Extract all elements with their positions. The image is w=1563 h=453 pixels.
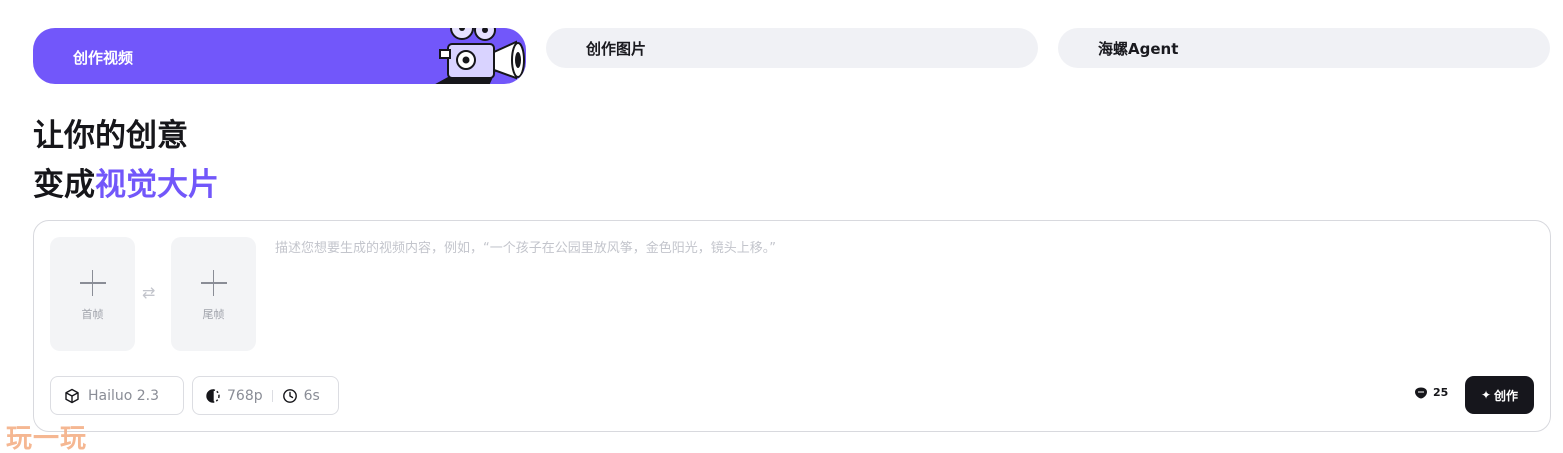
first-frame-upload[interactable]: 首帧 bbox=[50, 237, 135, 351]
headline-line-2: 变成视觉大片 bbox=[33, 161, 219, 210]
headline-prefix: 变成 bbox=[33, 167, 95, 203]
create-button[interactable]: ✦ 创作 bbox=[1465, 376, 1534, 414]
last-frame-upload[interactable]: 尾帧 bbox=[171, 237, 256, 351]
tab-create-image[interactable]: 创作图片 bbox=[546, 28, 1038, 68]
last-frame-label: 尾帧 bbox=[202, 308, 225, 321]
hero-headline: 让你的创意 变成视觉大片 bbox=[33, 112, 219, 210]
video-settings-selector[interactable]: 768p 6s bbox=[192, 376, 339, 415]
camera-illustration-icon bbox=[435, 28, 525, 84]
sparkle-icon: ✦ bbox=[1480, 388, 1492, 402]
model-label: Hailuo 2.3 bbox=[88, 387, 160, 404]
credits-value: 25 bbox=[1433, 386, 1449, 399]
resolution-icon bbox=[206, 388, 220, 403]
create-button-label: 创作 bbox=[1494, 388, 1519, 403]
tab-create-video-label: 创作视频 bbox=[73, 49, 134, 67]
plus-icon bbox=[79, 270, 106, 296]
tab-create-video[interactable]: 创作视频 bbox=[33, 28, 526, 84]
headline-line-1: 让你的创意 bbox=[33, 118, 188, 154]
model-selector[interactable]: Hailuo 2.3 bbox=[50, 376, 184, 415]
resolution-label: 768p bbox=[227, 387, 263, 404]
credits-indicator: 25 bbox=[1414, 386, 1448, 399]
watermark: 玩一玩 bbox=[6, 424, 88, 453]
tab-create-image-label: 创作图片 bbox=[586, 39, 647, 58]
duration-label: 6s bbox=[303, 387, 320, 404]
headline-accent: 视觉大片 bbox=[95, 167, 219, 203]
clock-icon bbox=[282, 388, 297, 403]
credits-icon bbox=[1415, 387, 1427, 398]
divider bbox=[271, 389, 273, 402]
swap-frames-icon[interactable]: ⇄ bbox=[142, 283, 155, 302]
prompt-composer: 首帧 ⇄ 尾帧 Hailuo 2.3 768p 6s 25 bbox=[33, 220, 1551, 432]
first-frame-label: 首帧 bbox=[81, 308, 104, 321]
prompt-input[interactable] bbox=[275, 237, 1515, 357]
plus-icon bbox=[200, 270, 227, 296]
tab-hailuo-agent[interactable]: 海螺Agent bbox=[1058, 28, 1550, 68]
cube-icon bbox=[65, 388, 79, 403]
tab-hailuo-agent-label: 海螺Agent bbox=[1098, 39, 1179, 58]
